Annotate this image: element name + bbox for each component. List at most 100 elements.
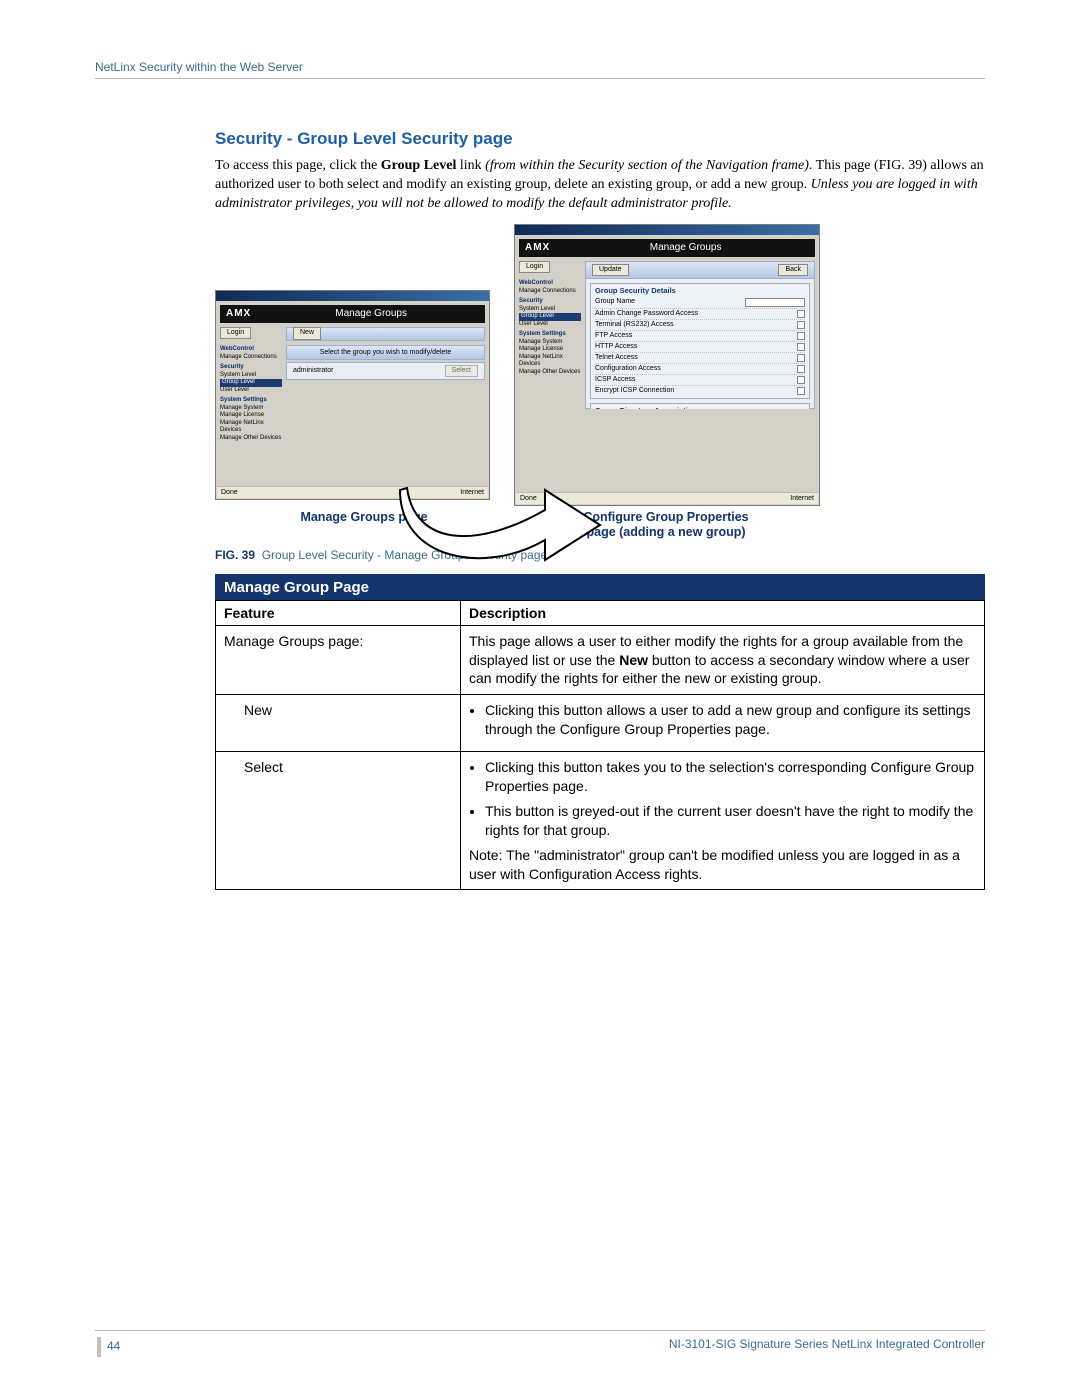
list-item: Clicking this button allows a user to ad… <box>485 701 976 739</box>
text-italic: (from within the Security section of the… <box>485 158 809 173</box>
manage-group-page-table: Manage Group Page Feature Description Ma… <box>215 574 985 891</box>
nav-item[interactable]: User Level <box>519 321 581 329</box>
page-number: 44 <box>95 1337 123 1357</box>
screenshot-config-group-props: AMX Manage Groups Login WebControl Manag… <box>514 224 820 506</box>
nav-item[interactable]: System Level <box>519 306 581 314</box>
description-cell: Clicking this button allows a user to ad… <box>461 695 985 752</box>
nav-item[interactable]: Manage System <box>220 405 282 413</box>
field-label: Telnet Access <box>595 354 793 362</box>
select-button[interactable]: Select <box>445 365 478 377</box>
text-bold: New <box>619 652 648 668</box>
checkbox[interactable] <box>797 343 805 351</box>
checkbox[interactable] <box>797 321 805 329</box>
table-title: Manage Group Page <box>216 574 985 600</box>
running-header: NetLinx Security within the Web Server <box>95 60 985 79</box>
list-item: This button is greyed-out if the current… <box>485 802 976 840</box>
nav-sidebar: Login WebControl Manage Connections Secu… <box>220 327 282 442</box>
nav-sidebar: Login WebControl Manage Connections Secu… <box>519 261 581 376</box>
field-label: Admin Change Password Access <box>595 310 793 318</box>
nav-item-selected[interactable]: Group Level <box>220 379 282 387</box>
screenshot-manage-groups: AMX Manage Groups Login WebControl Manag… <box>215 290 490 500</box>
box-title: Group Security Details <box>595 286 805 295</box>
status-internet: Internet <box>460 489 484 496</box>
amx-logo: AMX <box>519 242 556 253</box>
nav-item-selected[interactable]: Group Level <box>519 313 581 321</box>
group-level-link-ref: Group Level <box>381 158 457 173</box>
checkbox[interactable] <box>797 387 805 395</box>
text: link <box>456 158 485 173</box>
nav-item[interactable]: System Level <box>220 372 282 380</box>
description-cell: Clicking this button takes you to the se… <box>461 752 985 890</box>
back-button[interactable]: Back <box>778 264 808 276</box>
page-footer: 44 NI-3101-SIG Signature Series NetLinx … <box>95 1330 985 1357</box>
amx-logo: AMX <box>220 308 257 319</box>
column-header-feature: Feature <box>216 600 461 625</box>
text: Configure Group Properties <box>583 510 748 524</box>
field-label: Terminal (RS232) Access <box>595 321 793 329</box>
nav-section: Security <box>220 364 282 372</box>
checkbox[interactable] <box>797 310 805 318</box>
column-header-description: Description <box>461 600 985 625</box>
update-button[interactable]: Update <box>592 264 629 276</box>
document-title-footer: NI-3101-SIG Signature Series NetLinx Int… <box>123 1337 985 1351</box>
field-label: Encrypt ICSP Connection <box>595 387 793 395</box>
description-cell: This page allows a user to either modify… <box>461 625 985 695</box>
figure-caption-right: Configure Group Properties page (adding … <box>513 510 819 540</box>
nav-section: Security <box>519 298 581 306</box>
list-item: Clicking this button takes you to the se… <box>485 758 976 796</box>
box-title: Group Directory Associations <box>595 406 805 409</box>
figure-caption-left: Manage Groups page <box>215 510 513 540</box>
window-title: Manage Groups <box>257 308 485 319</box>
figure-number-line: FIG. 39 Group Level Security - Manage Gr… <box>215 548 985 562</box>
nav-item[interactable]: Manage Connections <box>519 288 581 296</box>
text: To access this page, click the <box>215 158 381 173</box>
nav-item[interactable]: Manage NetLinx Devices <box>519 354 581 369</box>
figure-label: FIG. 39 <box>215 548 255 562</box>
status-done: Done <box>221 489 238 496</box>
checkbox[interactable] <box>797 365 805 373</box>
nav-section: System Settings <box>220 397 282 405</box>
group-row[interactable]: administrator Select <box>286 362 485 380</box>
group-security-details: Group Security Details Group Name Admin … <box>590 283 810 399</box>
field-label: ICSP Access <box>595 376 793 384</box>
nav-section: WebControl <box>220 346 282 354</box>
field-label: HTTP Access <box>595 343 793 351</box>
group-name: administrator <box>293 367 333 374</box>
nav-item[interactable]: Manage NetLinx Devices <box>220 420 282 435</box>
group-directory-associations: Group Directory Associations / amxweb im… <box>590 403 810 409</box>
checkbox[interactable] <box>797 354 805 362</box>
feature-label: New <box>224 702 272 718</box>
nav-item[interactable]: Manage Other Devices <box>220 435 282 443</box>
nav-item[interactable]: User Level <box>220 387 282 395</box>
feature-label: Select <box>224 759 283 775</box>
checkbox[interactable] <box>797 376 805 384</box>
feature-cell: Select <box>216 752 461 890</box>
status-internet: Internet <box>790 495 814 502</box>
section-heading: Security - Group Level Security page <box>215 129 985 149</box>
figure-39: AMX Manage Groups Login WebControl Manag… <box>215 224 820 540</box>
field-label: Configuration Access <box>595 365 793 373</box>
intro-paragraph: To access this page, click the Group Lev… <box>215 157 985 214</box>
feature-cell: New <box>216 695 461 752</box>
window-title: Manage Groups <box>556 242 815 253</box>
figure-desc: Group Level Security - Manage Groups Sec… <box>262 548 547 562</box>
login-button[interactable]: Login <box>220 327 251 339</box>
feature-cell: Manage Groups page: <box>216 625 461 695</box>
nav-item[interactable]: Manage Other Devices <box>519 369 581 377</box>
field-label: Group Name <box>595 298 745 307</box>
nav-item[interactable]: Manage Connections <box>220 354 282 362</box>
text: page (adding a new group) <box>586 525 745 539</box>
new-button[interactable]: New <box>293 327 321 339</box>
checkbox[interactable] <box>797 332 805 340</box>
nav-item[interactable]: Manage System <box>519 339 581 347</box>
note-text: Note: The "administrator" group can't be… <box>469 846 976 884</box>
nav-section: WebControl <box>519 280 581 288</box>
select-hint: Select the group you wish to modify/dele… <box>286 345 485 360</box>
nav-item[interactable]: Manage License <box>220 412 282 420</box>
nav-item[interactable]: Manage License <box>519 346 581 354</box>
field-label: FTP Access <box>595 332 793 340</box>
status-done: Done <box>520 495 537 502</box>
login-button[interactable]: Login <box>519 261 550 273</box>
nav-section: System Settings <box>519 331 581 339</box>
group-name-input[interactable] <box>745 298 805 307</box>
